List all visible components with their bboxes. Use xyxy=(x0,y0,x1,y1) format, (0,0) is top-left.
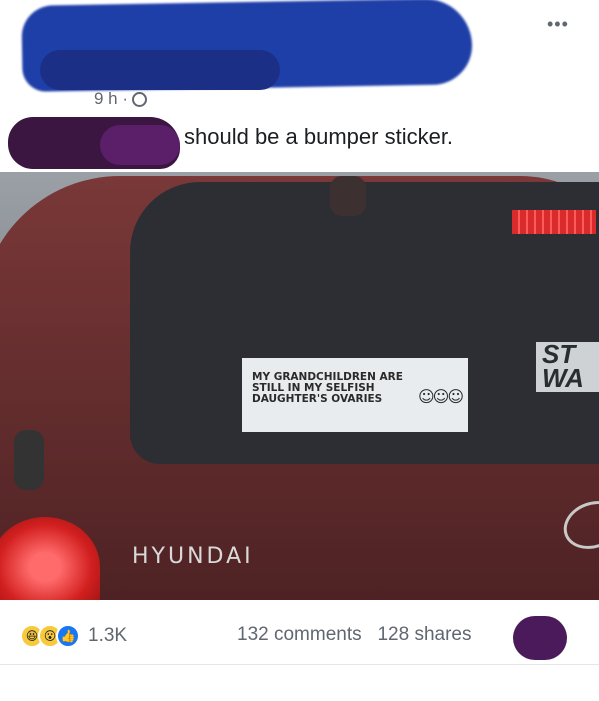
shares-count[interactable]: 128 shares xyxy=(377,624,471,645)
footer-divider xyxy=(0,664,599,665)
post-time[interactable]: 9 h · xyxy=(94,89,128,109)
post-caption: should be a bumper sticker. xyxy=(184,124,454,149)
like-reaction-icon: 👍 xyxy=(56,624,80,648)
globe-icon xyxy=(132,91,148,107)
car-badge: HYUNDAI xyxy=(132,544,254,569)
photo-brake-light xyxy=(512,210,596,234)
photo-side-mirror xyxy=(14,430,44,490)
photo-wiper xyxy=(330,176,366,216)
stick-family-icon: ☺☺☺ xyxy=(418,387,464,406)
post-header: ••• 9 h · should be a bumper sticker. xyxy=(0,0,599,172)
comments-count[interactable]: 132 comments xyxy=(237,624,362,645)
reaction-count: 1.3K xyxy=(88,625,128,646)
post-stats: 132 comments 128 shares xyxy=(237,624,471,646)
redacted-author-name-overlay xyxy=(40,50,280,90)
redacted-tag-overlay xyxy=(100,125,180,165)
post-footer: 😆 😮 👍 1.3K 132 comments 128 shares xyxy=(0,600,599,701)
redacted-avatar xyxy=(513,616,567,660)
post-photo[interactable]: MY GRANDCHILDREN ARE STILL IN MY SELFISH… xyxy=(0,172,599,600)
bumper-sticker: MY GRANDCHILDREN ARE STILL IN MY SELFISH… xyxy=(242,358,468,432)
rear-window-sticker: ST WA xyxy=(536,341,599,392)
more-icon[interactable]: ••• xyxy=(547,14,569,35)
reactions-summary[interactable]: 😆 😮 👍 1.3K xyxy=(20,624,127,648)
post-meta: 9 h · xyxy=(94,89,148,109)
